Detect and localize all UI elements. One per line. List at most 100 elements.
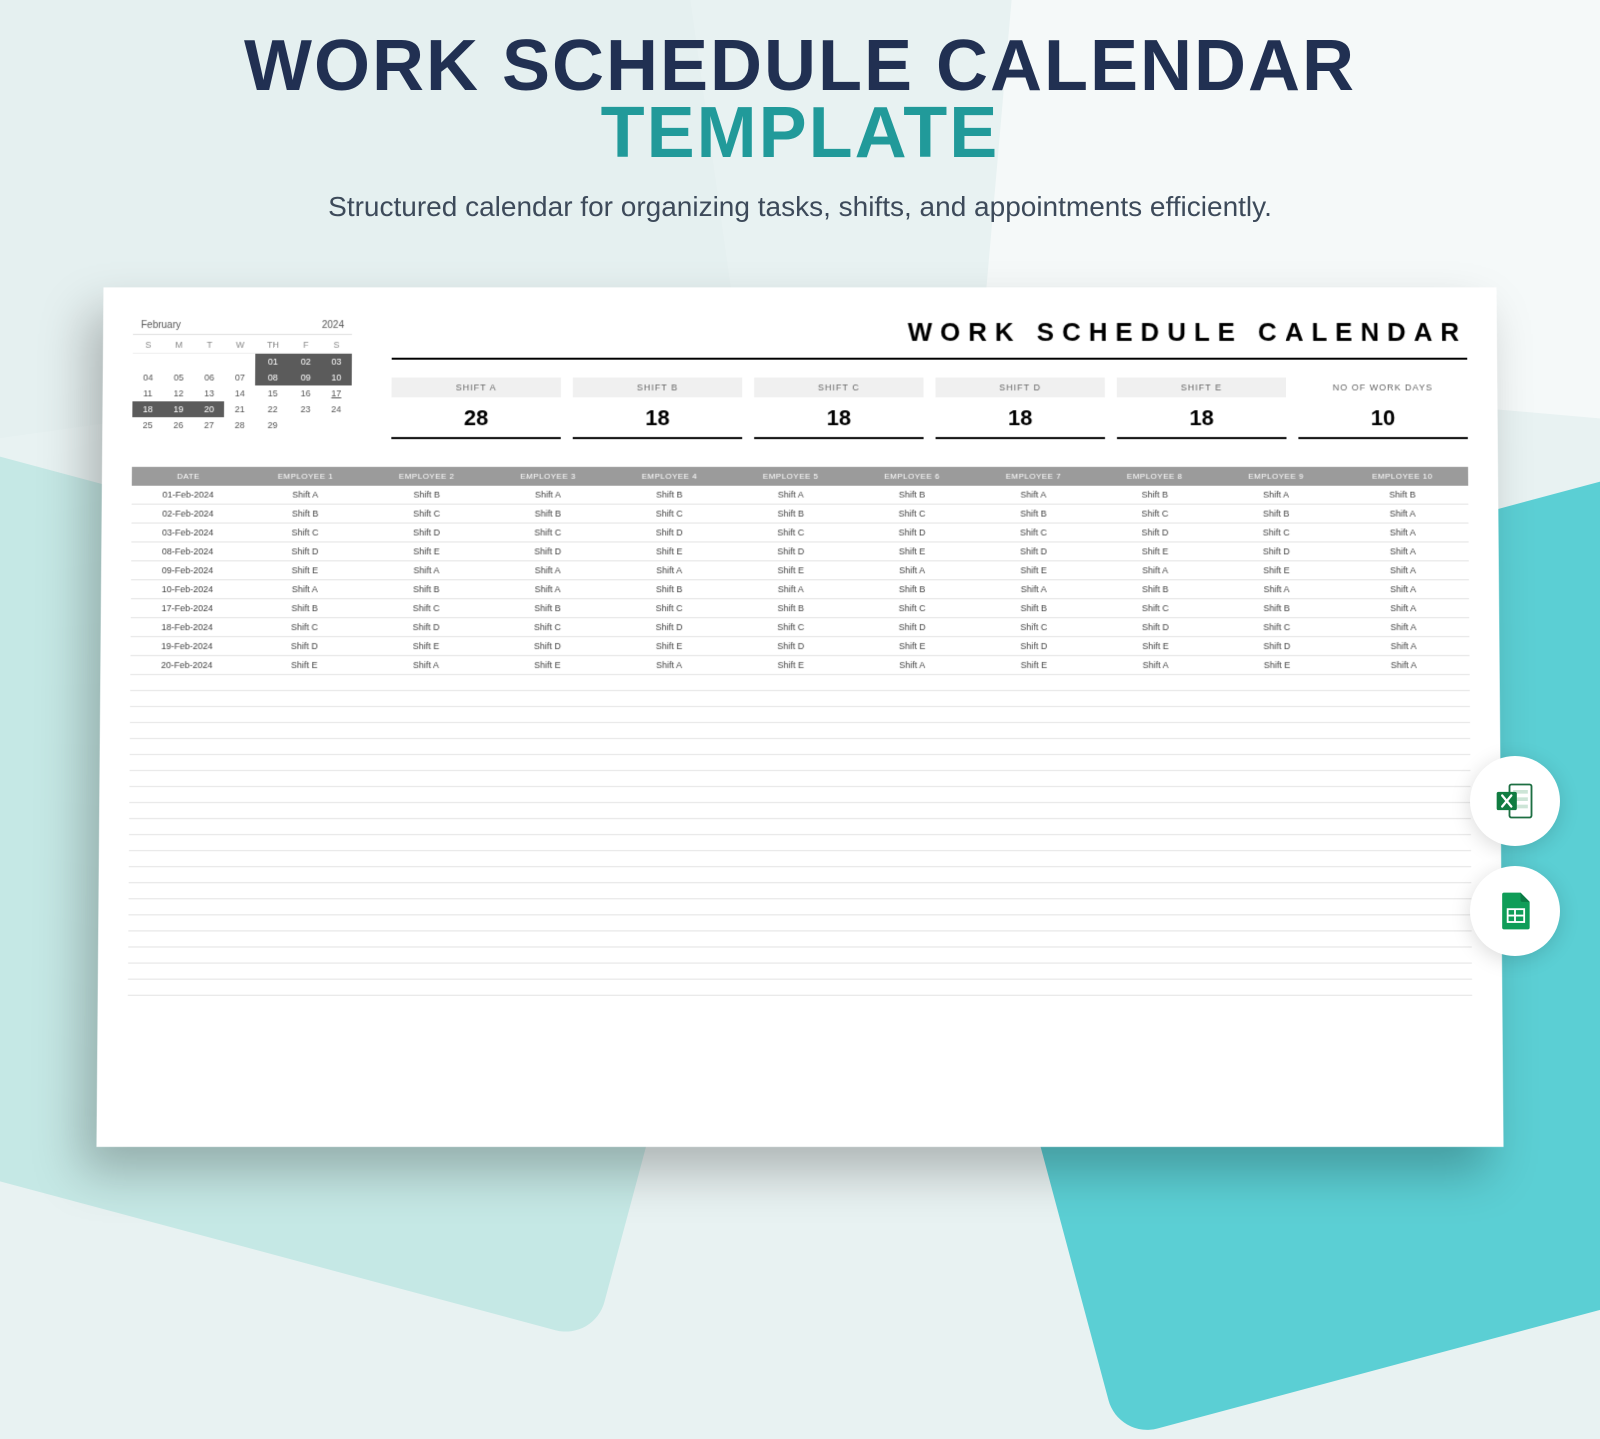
schedule-cell [1339, 915, 1471, 931]
mini-cal-cell [225, 353, 256, 369]
schedule-cell: Shift C [973, 523, 1094, 542]
schedule-cell: Shift C [608, 599, 730, 618]
schedule-cell [1095, 867, 1217, 883]
schedule-cell [130, 722, 243, 738]
schedule-cell [730, 787, 852, 803]
schedule-cell [486, 851, 608, 867]
schedule-cell [1338, 738, 1470, 754]
mini-cal-day-header: T [194, 337, 225, 353]
schedule-cell: Shift E [244, 561, 366, 580]
schedule-cell [129, 867, 243, 883]
mini-cal-day-header: M [163, 337, 194, 353]
shift-summary-box: NO OF WORK DAYS10 [1298, 378, 1468, 440]
schedule-cell: Shift E [608, 637, 730, 656]
schedule-cell [128, 915, 242, 931]
mini-cal-cell: 09 [290, 370, 321, 386]
schedule-cell: 01-Feb-2024 [132, 486, 245, 504]
schedule-cell [852, 787, 974, 803]
schedule-cell [608, 738, 730, 754]
schedule-cell [242, 947, 364, 963]
schedule-cell [486, 738, 608, 754]
schedule-cell: Shift E [1216, 656, 1338, 675]
schedule-cell [129, 851, 243, 867]
schedule-cell: Shift A [245, 486, 366, 504]
schedule-cell [852, 803, 974, 819]
schedule-cell [242, 899, 364, 915]
table-row [129, 883, 1472, 899]
schedule-cell [852, 899, 974, 915]
excel-badge[interactable] [1470, 756, 1560, 846]
schedule-cell: Shift D [730, 637, 852, 656]
schedule-cell [486, 819, 608, 835]
schedule-cell [130, 691, 243, 707]
schedule-cell: Shift C [851, 504, 972, 523]
schedule-table: DATEEMPLOYEE 1EMPLOYEE 2EMPLOYEE 3EMPLOY… [128, 467, 1472, 996]
schedule-cell [364, 803, 486, 819]
schedule-cell [973, 675, 1095, 691]
mini-cal-cell: 01 [255, 353, 290, 369]
schedule-cell: Shift B [973, 599, 1095, 618]
table-row [129, 835, 1471, 851]
mini-cal-cell: 18 [132, 401, 163, 417]
schedule-cell [1096, 963, 1218, 979]
schedule-cell: Shift A [1337, 523, 1469, 542]
schedule-cell [1217, 899, 1339, 915]
schedule-cell [242, 963, 364, 979]
schedule-cell [243, 754, 365, 770]
mini-cal-cell: 24 [321, 401, 352, 417]
schedule-cell [730, 915, 852, 931]
shift-value: 18 [573, 397, 742, 439]
schedule-cell: Shift D [730, 542, 851, 561]
mini-cal-cell: 26 [163, 417, 194, 433]
schedule-cell: Shift A [1216, 580, 1338, 599]
table-row [129, 771, 1470, 787]
schedule-cell [974, 963, 1096, 979]
schedule-cell: Shift A [366, 561, 488, 580]
schedule-cell: Shift C [1094, 504, 1215, 523]
schedule-cell: Shift C [730, 523, 851, 542]
schedule-cell [973, 851, 1095, 867]
mini-cal-table: SMTWTHFS 0102030405060708091011121314151… [132, 337, 352, 433]
table-row: 19-Feb-2024Shift DShift EShift DShift ES… [130, 637, 1469, 656]
schedule-cell [1339, 883, 1471, 899]
mini-cal-cell: 20 [194, 401, 225, 417]
table-row [128, 899, 1471, 915]
schedule-cell: Shift C [487, 618, 609, 637]
schedule-cell [1338, 722, 1470, 738]
schedule-cell: Shift E [730, 561, 851, 580]
schedule-cell [1095, 851, 1217, 867]
schedule-cell: Shift D [366, 523, 487, 542]
schedule-cell: 20-Feb-2024 [130, 656, 243, 675]
schedule-cell: Shift D [1216, 637, 1338, 656]
schedule-cell: Shift C [487, 523, 608, 542]
schedule-cell [1338, 675, 1470, 691]
schedule-cell: Shift B [730, 599, 852, 618]
mini-cal-cell: 02 [290, 353, 321, 369]
schedule-cell [243, 771, 365, 787]
table-row: 02-Feb-2024Shift BShift CShift BShift CS… [131, 504, 1468, 523]
schedule-cell: Shift B [730, 504, 851, 523]
schedule-cell [1095, 707, 1217, 723]
shift-label: NO OF WORK DAYS [1298, 378, 1467, 398]
schedule-cell [365, 722, 487, 738]
shift-label: SHIFT B [573, 378, 742, 398]
hero-section: WORK SCHEDULE CALENDAR TEMPLATE Structur… [0, 0, 1600, 223]
sheets-badge[interactable] [1470, 866, 1560, 956]
schedule-cell: Shift E [1095, 637, 1217, 656]
schedule-cell: Shift D [487, 637, 609, 656]
mini-cal-cell: 04 [133, 370, 164, 386]
schedule-cell [973, 707, 1095, 723]
schedule-cell: Shift A [487, 580, 609, 599]
schedule-cell: Shift C [1094, 599, 1216, 618]
table-row: 10-Feb-2024Shift AShift BShift AShift BS… [131, 580, 1469, 599]
schedule-cell [1216, 691, 1338, 707]
schedule-cell: Shift E [609, 542, 730, 561]
schedule-cell [852, 883, 974, 899]
schedule-header-cell: DATE [132, 467, 245, 486]
schedule-cell [608, 707, 730, 723]
schedule-cell [129, 835, 243, 851]
schedule-cell: Shift B [1094, 580, 1216, 599]
schedule-cell: Shift D [851, 618, 973, 637]
schedule-cell: Shift E [365, 637, 487, 656]
excel-icon [1493, 779, 1537, 823]
